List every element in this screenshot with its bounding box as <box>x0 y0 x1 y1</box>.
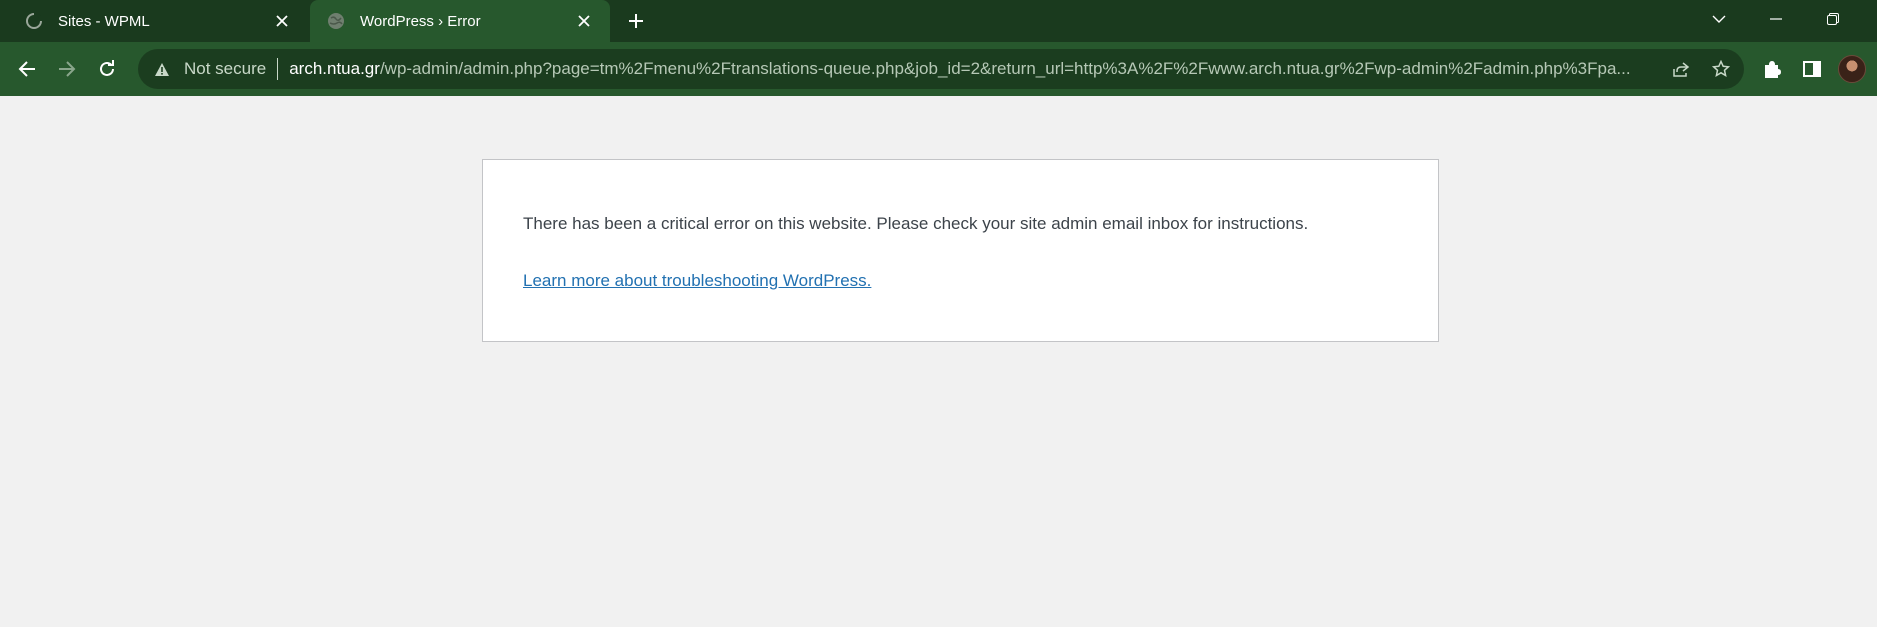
forward-arrow-icon[interactable] <box>53 55 81 83</box>
close-icon[interactable] <box>270 9 294 33</box>
reload-icon[interactable] <box>93 55 121 83</box>
restore-icon[interactable] <box>1810 0 1856 38</box>
tab-search-chevron-icon[interactable] <box>1696 0 1742 38</box>
security-status[interactable]: Not secure <box>184 59 266 79</box>
extensions-puzzle-icon[interactable] <box>1759 56 1785 82</box>
url-host: arch.ntua.gr <box>289 59 380 78</box>
tab-wordpress-error[interactable]: WordPress › Error <box>310 0 610 42</box>
tab-sites-wpml[interactable]: Sites - WPML <box>8 0 308 42</box>
bookmark-star-icon[interactable] <box>1711 59 1731 79</box>
wpml-logo-icon <box>24 11 44 31</box>
browser-toolbar: Not secure arch.ntua.gr/wp-admin/admin.p… <box>0 42 1877 96</box>
share-icon[interactable] <box>1671 59 1691 79</box>
url-text[interactable]: arch.ntua.gr/wp-admin/admin.php?page=tm%… <box>289 59 1659 79</box>
address-bar[interactable]: Not secure arch.ntua.gr/wp-admin/admin.p… <box>138 49 1744 89</box>
close-icon[interactable] <box>572 9 596 33</box>
new-tab-button[interactable] <box>622 7 650 35</box>
troubleshooting-link[interactable]: Learn more about troubleshooting WordPre… <box>523 271 871 291</box>
warning-icon[interactable] <box>152 59 172 79</box>
page-content: There has been a critical error on this … <box>0 96 1877 627</box>
error-message: There has been a critical error on this … <box>523 214 1309 233</box>
tab-strip: Sites - WPML WordPress › Error <box>0 0 1877 42</box>
profile-avatar[interactable] <box>1838 55 1866 83</box>
side-panel-icon[interactable] <box>1799 56 1825 82</box>
back-arrow-icon[interactable] <box>13 55 41 83</box>
tab-title: WordPress › Error <box>360 12 481 30</box>
minimize-icon[interactable] <box>1753 0 1799 38</box>
error-panel: There has been a critical error on this … <box>482 159 1439 342</box>
divider <box>277 58 279 80</box>
tab-title: Sites - WPML <box>58 12 150 30</box>
url-path: /wp-admin/admin.php?page=tm%2Fmenu%2Ftra… <box>379 59 1631 78</box>
globe-icon <box>326 11 346 31</box>
